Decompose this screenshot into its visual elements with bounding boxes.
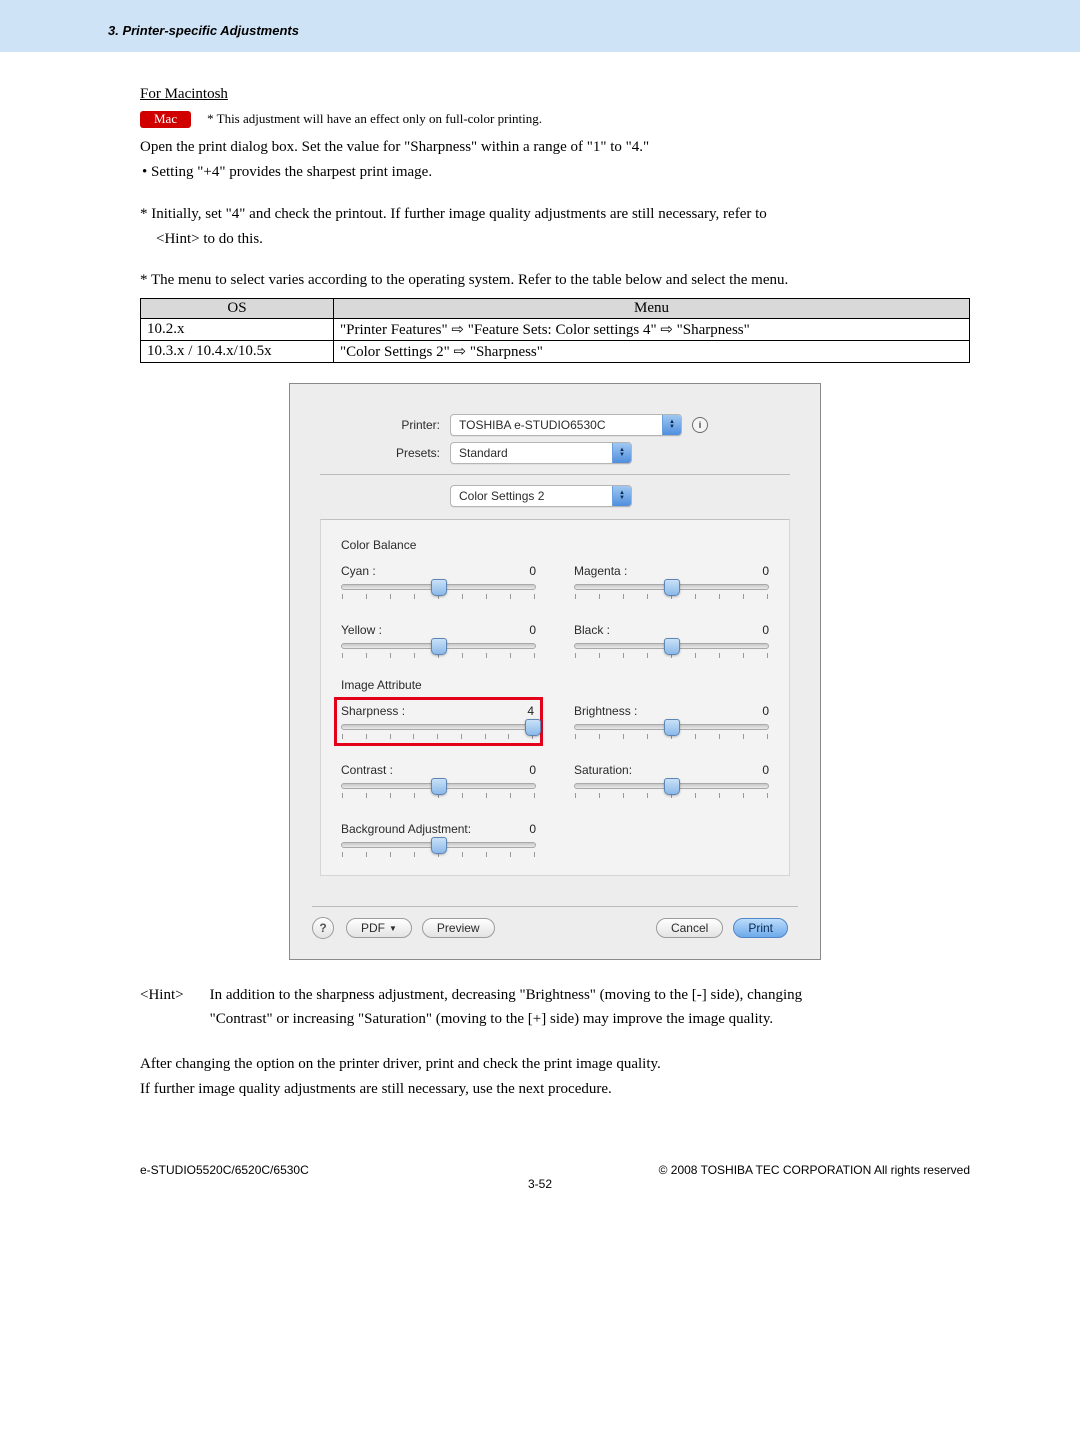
slider-value: 0 [529,564,536,578]
page-number: 3-52 [528,1177,552,1191]
slider-value: 0 [529,763,536,777]
footer-right: © 2008 TOSHIBA TEC CORPORATION All right… [659,1163,970,1177]
presets-label: Presets: [320,446,450,460]
os-menu-table: OS Menu 10.2.x "Printer Features" ⇨ "Fea… [140,298,970,363]
hint-block: <Hint> In addition to the sharpness adju… [140,984,970,1031]
closing-line: After changing the option on the printer… [140,1053,970,1076]
cell-os: 10.2.x [141,319,334,341]
slider-label: Background Adjustment: [341,822,471,836]
slider-brightness[interactable]: Brightness : 0 [574,704,769,739]
section-color-balance: Color Balance [341,538,769,552]
slider-sharpness[interactable]: Sharpness : 4 [341,704,536,739]
hint-label: <Hint> [140,984,184,1031]
mac-badge: Mac [140,111,191,128]
mac-note-row: Mac * This adjustment will have an effec… [140,111,970,128]
printer-select[interactable]: TOSHIBA e-STUDIO6530C ▲▼ [450,414,682,436]
slider-label: Black : [574,623,610,637]
chevron-updown-icon: ▲▼ [612,443,631,463]
slider-value: 0 [529,623,536,637]
mac-note: * This adjustment will have an effect on… [207,111,542,127]
page-footer: e-STUDIO5520C/6520C/6530C © 2008 TOSHIBA… [0,1163,1080,1201]
chevron-updown-icon: ▲▼ [612,486,631,506]
paragraph: <Hint> to do this. [140,228,970,251]
hint-text: "Contrast" or increasing "Saturation" (m… [210,1011,774,1027]
table-row: 10.3.x / 10.4.x/10.5x "Color Settings 2"… [141,341,970,363]
table-row: 10.2.x "Printer Features" ⇨ "Feature Set… [141,319,970,341]
slider-label: Contrast : [341,763,393,777]
section-title: For Macintosh [140,86,970,103]
presets-select-value: Standard [451,446,516,460]
chapter-title: 3. Printer-specific Adjustments [108,23,299,38]
slider-value: 4 [527,704,534,718]
printer-label: Printer: [320,418,450,432]
slider-label: Cyan : [341,564,376,578]
footer-left: e-STUDIO5520C/6520C/6530C [140,1163,309,1177]
slider-value: 0 [762,763,769,777]
hint-text: In addition to the sharpness adjustment,… [210,987,803,1003]
cell-os: 10.3.x / 10.4.x/10.5x [141,341,334,363]
help-button[interactable]: ? [312,917,334,939]
pdf-button[interactable]: PDF ▼ [346,918,412,938]
slider-value: 0 [762,623,769,637]
paragraph: * The menu to select varies according to… [140,269,970,292]
cancel-button[interactable]: Cancel [656,918,723,938]
slider-value: 0 [762,704,769,718]
cell-menu: "Printer Features" ⇨ "Feature Sets: Colo… [334,319,970,341]
preview-button[interactable]: Preview [422,918,495,938]
pane-select-value: Color Settings 2 [451,489,552,503]
color-settings-panel: Color Balance Cyan : 0 Magenta : 0 [320,519,790,876]
pane-select[interactable]: Color Settings 2 ▲▼ [450,485,632,507]
slider-value: 0 [762,564,769,578]
section-image-attribute: Image Attribute [341,678,769,692]
paragraph: Open the print dialog box. Set the value… [140,136,970,159]
slider-cyan[interactable]: Cyan : 0 [341,564,536,599]
info-icon[interactable]: i [692,417,708,433]
slider-contrast[interactable]: Contrast : 0 [341,763,536,798]
chevron-down-icon: ▼ [389,924,397,933]
slider-magenta[interactable]: Magenta : 0 [574,564,769,599]
slider-saturation[interactable]: Saturation: 0 [574,763,769,798]
table-header-menu: Menu [334,299,970,319]
pdf-button-label: PDF [361,921,385,935]
page-header: 3. Printer-specific Adjustments [0,0,1080,52]
slider-label: Yellow : [341,623,382,637]
slider-value: 0 [529,822,536,836]
slider-label: Saturation: [574,763,632,777]
cell-menu: "Color Settings 2" ⇨ "Sharpness" [334,341,970,363]
print-dialog: Printer: TOSHIBA e-STUDIO6530C ▲▼ i Pres… [289,383,821,960]
chevron-updown-icon: ▲▼ [662,415,681,435]
slider-label: Brightness : [574,704,637,718]
print-button[interactable]: Print [733,918,788,938]
closing-line: If further image quality adjustments are… [140,1078,970,1101]
slider-background-adjustment[interactable]: Background Adjustment: 0 [341,822,536,857]
page-body: For Macintosh Mac * This adjustment will… [0,52,1080,1133]
slider-label: Magenta : [574,564,627,578]
presets-select[interactable]: Standard ▲▼ [450,442,632,464]
paragraph: * Initially, set "4" and check the print… [140,203,970,226]
slider-label: Sharpness : [341,704,405,718]
slider-black[interactable]: Black : 0 [574,623,769,658]
paragraph: • Setting "+4" provides the sharpest pri… [140,161,970,184]
slider-yellow[interactable]: Yellow : 0 [341,623,536,658]
printer-select-value: TOSHIBA e-STUDIO6530C [451,418,614,432]
table-header-os: OS [141,299,334,319]
